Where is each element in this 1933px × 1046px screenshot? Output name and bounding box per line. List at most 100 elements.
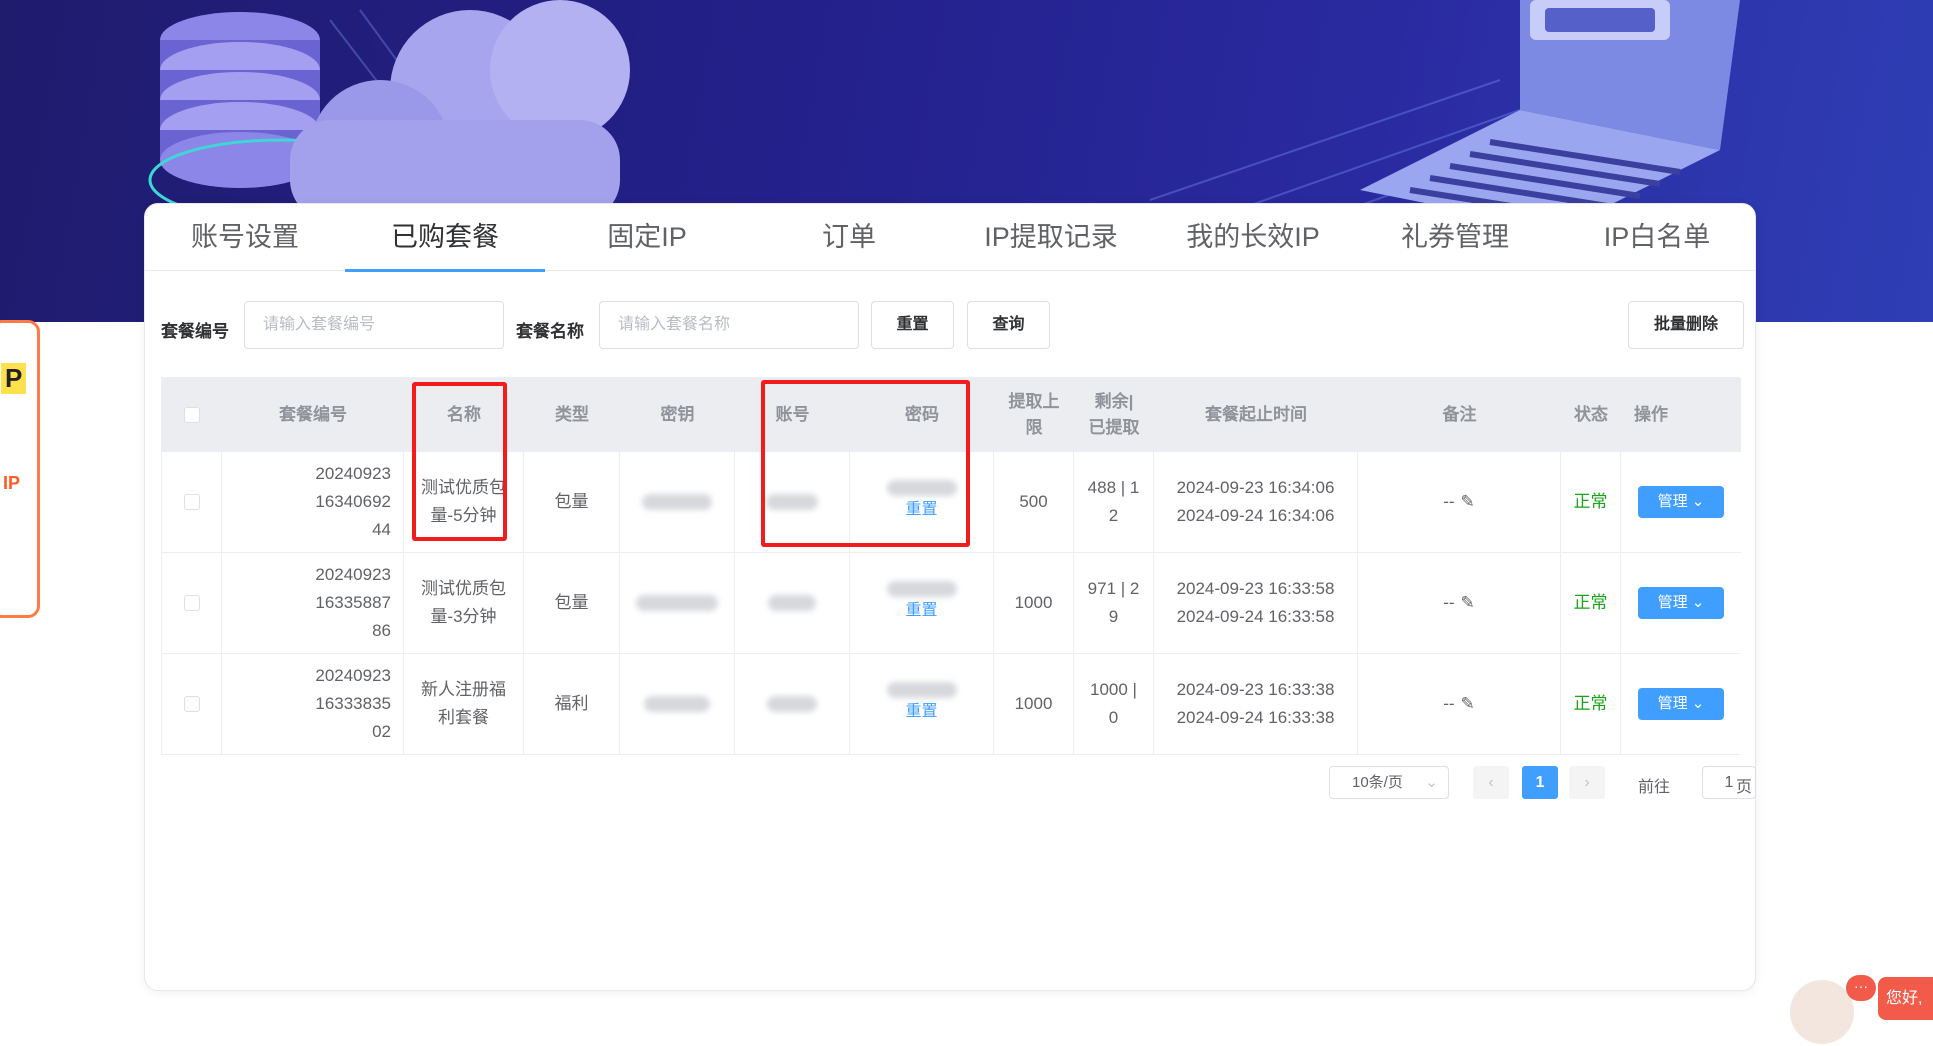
- status-badge: 正常: [1573, 492, 1608, 511]
- status-badge: 正常: [1573, 593, 1608, 612]
- remain-cell: 1000 | 0: [1074, 654, 1154, 754]
- side-promo-card[interactable]: P IP: [0, 320, 40, 618]
- header-id: 套餐编号: [279, 404, 347, 424]
- package-type-cell: 包量: [524, 452, 620, 552]
- ops-cell: 管理 ⌄: [1621, 654, 1741, 754]
- chat-greeting[interactable]: 您好,: [1878, 977, 1933, 1020]
- page-size-select[interactable]: 10条/页 ⌄: [1329, 766, 1449, 799]
- reset-password-link[interactable]: 重置: [905, 698, 937, 726]
- status-badge: 正常: [1573, 694, 1608, 713]
- package-id-label: 套餐编号: [161, 322, 229, 341]
- header-time: 套餐起止时间: [1205, 404, 1307, 424]
- remain-cell: 488 | 1 2: [1074, 452, 1154, 552]
- row-checkbox[interactable]: [183, 494, 200, 510]
- query-button[interactable]: 查询: [967, 301, 1050, 349]
- password-cell: 重置: [850, 654, 994, 754]
- header-key: 密钥: [660, 404, 695, 424]
- limit-cell: 500: [994, 452, 1074, 552]
- package-id-cell: 20240923 16333835 02: [222, 654, 404, 754]
- edit-note-icon[interactable]: ✎: [1461, 589, 1475, 617]
- prev-page-button[interactable]: ‹: [1473, 766, 1509, 799]
- time-cell: 2024-09-23 16:34:06 2024-09-24 16:34:06: [1154, 452, 1358, 552]
- status-cell: 正常: [1561, 452, 1621, 552]
- manage-dropdown-button[interactable]: 管理 ⌄: [1638, 688, 1724, 720]
- laptop-illustration: [1360, 0, 1740, 230]
- edit-note-icon[interactable]: ✎: [1461, 690, 1475, 718]
- time-cell: 2024-09-23 16:33:58 2024-09-24 16:33:58: [1154, 553, 1358, 653]
- package-id-cell: 20240923 16335887 86: [222, 553, 404, 653]
- blurred-key: [642, 494, 712, 510]
- select-all-checkbox[interactable]: [184, 406, 200, 423]
- remain-cell: 971 | 2 9: [1074, 553, 1154, 653]
- chevron-down-icon: ⌄: [1691, 695, 1705, 712]
- header-status: 状态: [1574, 404, 1608, 424]
- tab-ip-whitelist[interactable]: IP白名单: [1557, 204, 1757, 271]
- package-name-label: 套餐名称: [516, 322, 584, 341]
- chat-bubble-icon[interactable]: ···: [1846, 975, 1876, 1001]
- note-cell[interactable]: -- ✎: [1358, 452, 1561, 552]
- side-promo-ip: IP: [3, 473, 21, 493]
- status-cell: 正常: [1561, 654, 1621, 754]
- key-cell: [620, 452, 735, 552]
- note-cell[interactable]: -- ✎: [1358, 654, 1561, 754]
- tab-orders[interactable]: 订单: [749, 204, 949, 271]
- header-ops: 操作: [1634, 404, 1668, 424]
- main-panel: 账号设置 已购套餐 固定IP 订单 IP提取记录 我的长效IP 礼券管理 IP白…: [144, 203, 1756, 991]
- page-number-current[interactable]: 1: [1522, 766, 1558, 799]
- note-cell[interactable]: -- ✎: [1358, 553, 1561, 653]
- page-suffix-label: 页: [1736, 779, 1753, 796]
- account-cell: [735, 553, 850, 653]
- package-id-cell: 20240923 16340692 44: [222, 452, 404, 552]
- package-name-input[interactable]: [599, 301, 859, 349]
- header-select-all[interactable]: [162, 378, 222, 451]
- blurred-key: [636, 595, 718, 611]
- table-row: 20240923 16333835 02 新人注册福 利套餐 福利 重置 100…: [162, 653, 1741, 754]
- reset-button[interactable]: 重置: [871, 301, 954, 349]
- blurred-password: [886, 581, 957, 597]
- row-checkbox[interactable]: [183, 595, 200, 611]
- package-type-cell: 福利: [524, 654, 620, 754]
- tab-coupon-management[interactable]: 礼券管理: [1355, 204, 1555, 271]
- next-page-button[interactable]: ›: [1569, 766, 1605, 799]
- tab-account-settings[interactable]: 账号设置: [145, 204, 345, 271]
- reset-password-link[interactable]: 重置: [905, 597, 937, 625]
- header-type: 类型: [555, 404, 589, 424]
- row-checkbox[interactable]: [183, 696, 200, 712]
- account-cell: [735, 654, 850, 754]
- blurred-account: [767, 696, 817, 712]
- tab-fixed-ip[interactable]: 固定IP: [547, 204, 747, 271]
- tab-ip-extract-records[interactable]: IP提取记录: [951, 204, 1151, 271]
- tab-purchased-packages[interactable]: 已购套餐: [345, 204, 545, 272]
- chevron-down-icon: ⌄: [1691, 594, 1705, 611]
- manage-dropdown-button[interactable]: 管理 ⌄: [1638, 486, 1724, 518]
- ops-cell: 管理 ⌄: [1621, 553, 1741, 653]
- table-row: 20240923 16335887 86 测试优质包 量-3分钟 包量 重置 1…: [162, 552, 1741, 653]
- password-cell: 重置: [850, 553, 994, 653]
- package-type-cell: 包量: [524, 553, 620, 653]
- chevron-down-icon: ⌄: [1425, 774, 1438, 791]
- blurred-password: [886, 682, 957, 698]
- header-note: 备注: [1442, 404, 1477, 424]
- highlight-box-account-password: [761, 380, 970, 547]
- key-cell: [620, 654, 735, 754]
- key-cell: [620, 553, 735, 653]
- time-cell: 2024-09-23 16:33:38 2024-09-24 16:33:38: [1154, 654, 1358, 754]
- package-id-input[interactable]: [244, 301, 504, 349]
- limit-cell: 1000: [994, 553, 1074, 653]
- highlight-box-name-column: [412, 382, 507, 541]
- blurred-key: [644, 696, 710, 712]
- customer-service-widget[interactable]: ··· 您好,: [1788, 975, 1933, 1046]
- goto-label: 前往: [1638, 779, 1671, 796]
- limit-cell: 1000: [994, 654, 1074, 754]
- header-limit: 提取上限: [1008, 391, 1060, 437]
- ops-cell: 管理 ⌄: [1621, 452, 1741, 552]
- edit-note-icon[interactable]: ✎: [1461, 488, 1475, 516]
- tab-bar: 账号设置 已购套餐 固定IP 订单 IP提取记录 我的长效IP 礼券管理 IP白…: [145, 204, 1757, 272]
- batch-delete-button[interactable]: 批量删除: [1628, 301, 1744, 349]
- chevron-down-icon: ⌄: [1691, 493, 1705, 510]
- header-remain: 剩余|已提取: [1088, 391, 1140, 437]
- blurred-account: [768, 595, 816, 611]
- package-name-cell: 新人注册福 利套餐: [404, 654, 524, 754]
- manage-dropdown-button[interactable]: 管理 ⌄: [1638, 587, 1724, 619]
- tab-long-term-ip[interactable]: 我的长效IP: [1153, 204, 1353, 271]
